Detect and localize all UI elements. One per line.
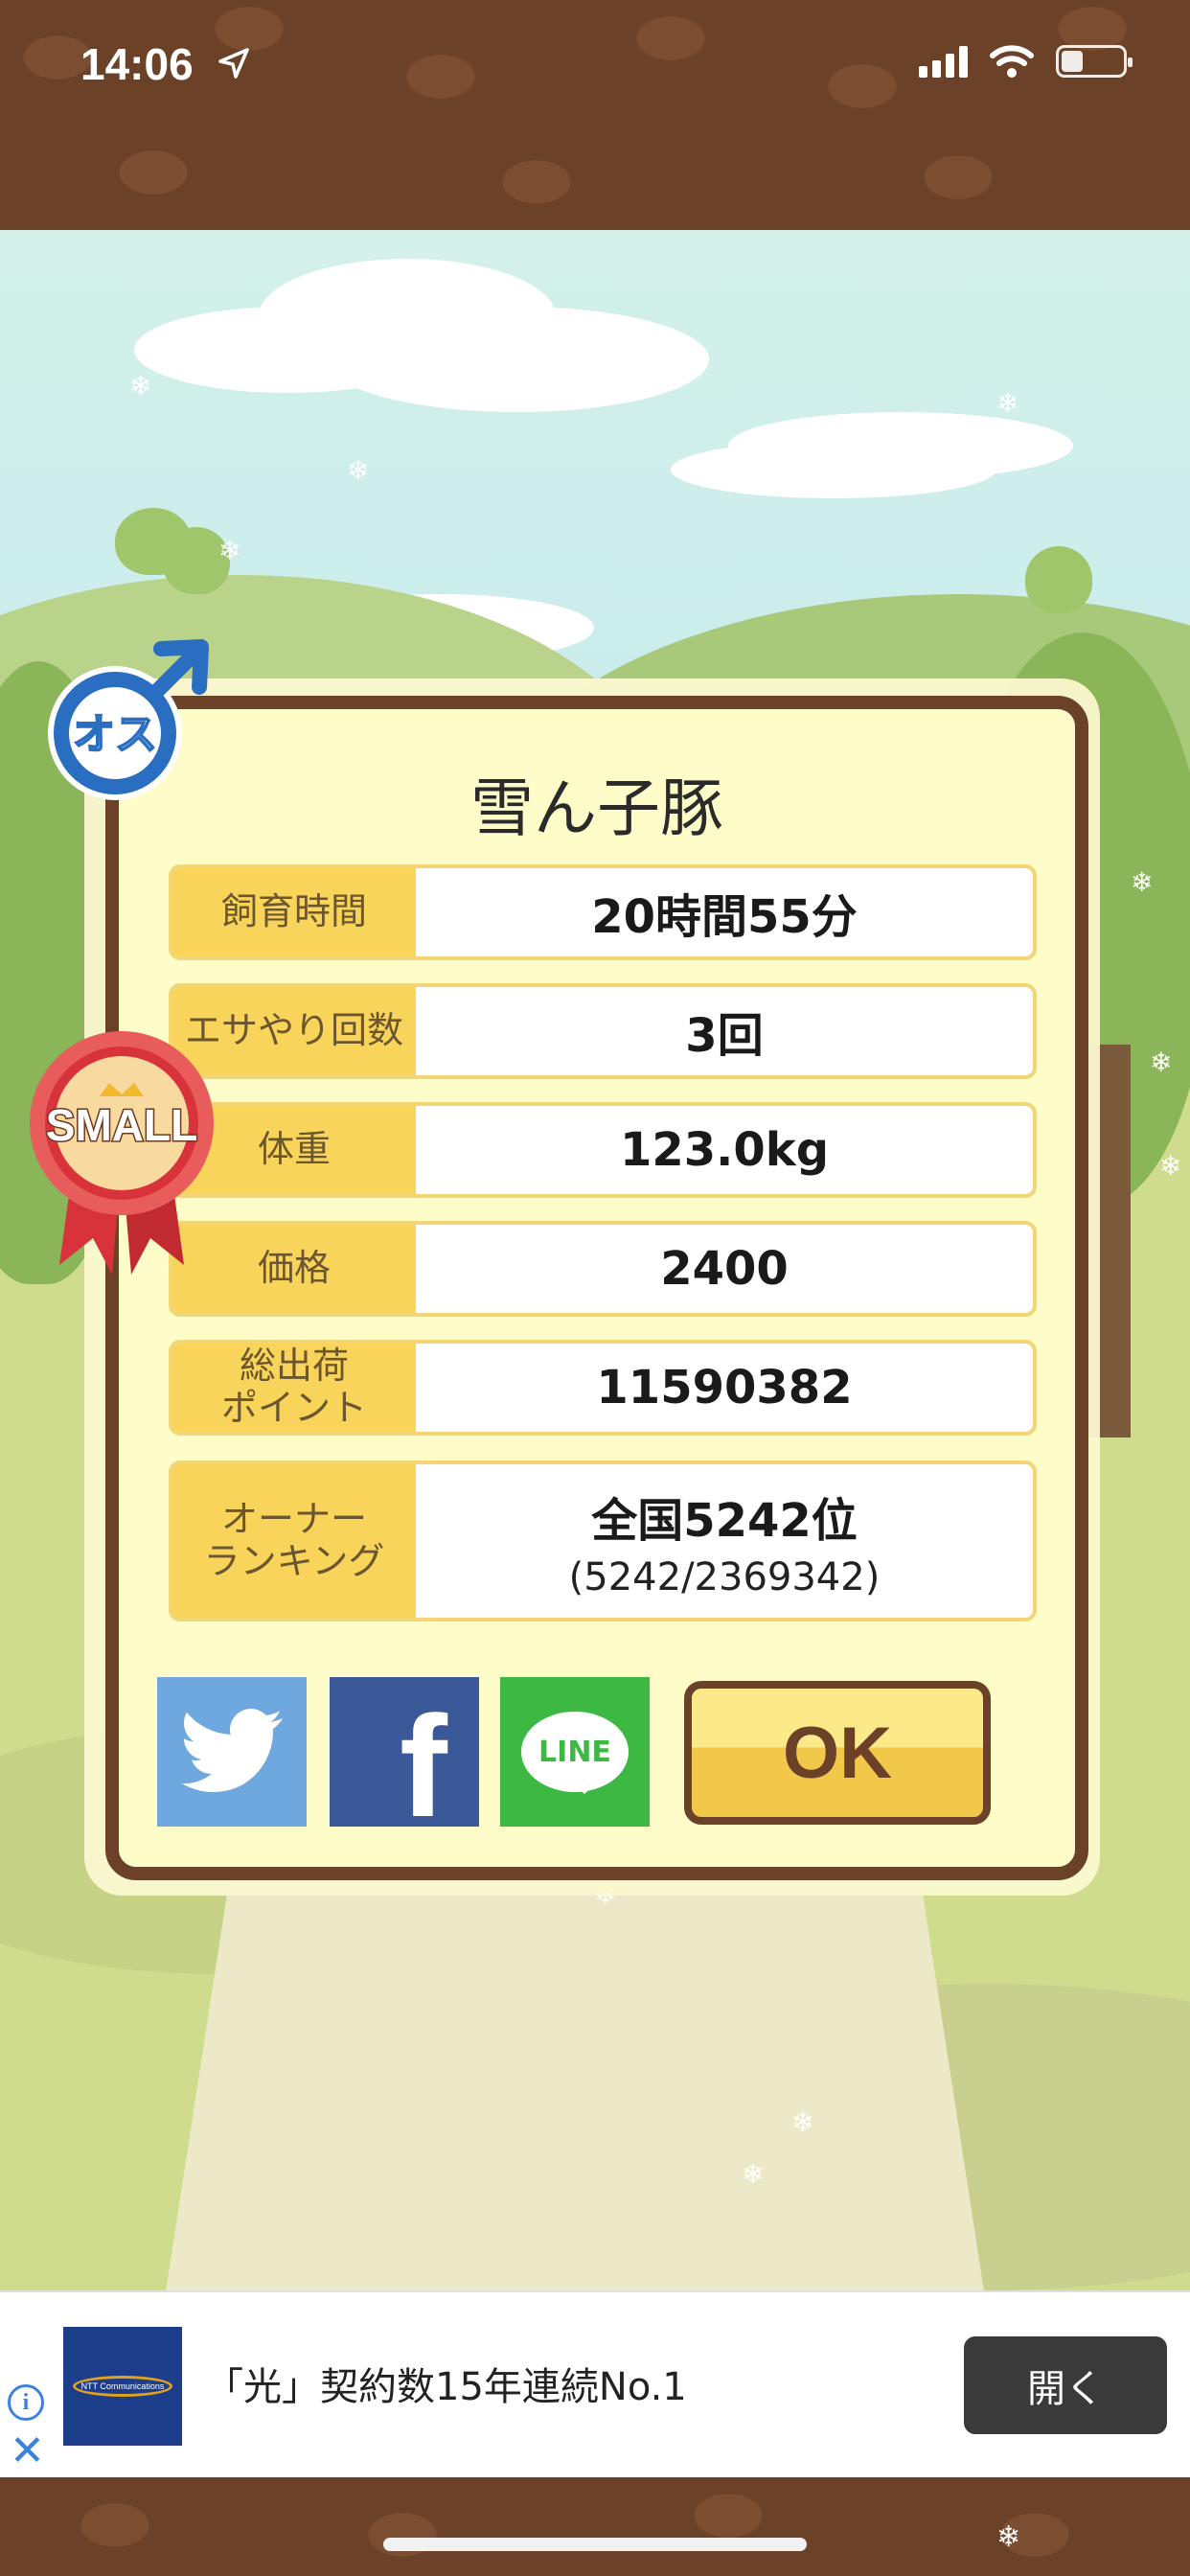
ad-banner[interactable]: i ✕ NTT Communications 「光」契約数15年連続No.1 開…	[0, 2290, 1190, 2477]
ad-info-icon[interactable]: i	[8, 2384, 44, 2421]
home-indicator[interactable]	[383, 2538, 807, 2551]
battery-icon	[1056, 45, 1133, 78]
ribbon-icon: SMALL	[30, 1031, 214, 1275]
male-symbol-icon: オス	[48, 639, 209, 800]
ranking-detail: (5242/2369342)	[568, 1555, 881, 1599]
stat-row-raising-time: 飼育時間 20時間55分	[169, 864, 1037, 960]
ad-close-icon[interactable]: ✕	[10, 2426, 45, 2475]
stat-row-total-points: 総出荷 ポイント 11590382	[169, 1340, 1037, 1436]
snowflake-icon: ❄	[996, 2520, 1021, 2554]
stat-value: 3回	[685, 1009, 764, 1063]
twitter-bird-icon	[180, 1709, 283, 1792]
ad-logo-text: NTT Communications	[73, 2376, 172, 2397]
size-ribbon-badge: SMALL	[21, 1016, 222, 1284]
size-label: SMALL	[46, 1100, 197, 1150]
twitter-share-button[interactable]	[157, 1677, 307, 1827]
ad-open-button[interactable]: 開く	[964, 2336, 1167, 2434]
result-dialog: 雪ん子豚 飼育時間 20時間55分 エサやり回数 3回 体重 123.0kg 価…	[105, 696, 1088, 1880]
stat-label: 総出荷 ポイント	[172, 1344, 416, 1432]
cellular-signal-icon	[919, 45, 968, 78]
stat-label: 飼育時間	[172, 868, 416, 956]
pig-name-title: 雪ん子豚	[470, 771, 723, 845]
stat-row-owner-ranking: オーナー ランキング 全国5242位 (5242/2369342)	[169, 1460, 1037, 1622]
ad-logo: NTT Communications	[63, 2327, 182, 2446]
stat-value: 2400	[660, 1242, 789, 1296]
facebook-icon: f	[400, 1685, 447, 1847]
stat-value: 11590382	[596, 1361, 853, 1414]
location-arrow-icon	[218, 48, 249, 79]
male-gender-badge: オス	[38, 637, 213, 812]
wifi-icon	[990, 45, 1034, 78]
status-time: 14:06	[80, 39, 194, 89]
stat-row-price: 価格 2400	[169, 1221, 1037, 1317]
line-share-button[interactable]: LINE	[500, 1677, 650, 1827]
top-pattern-band: 14:06	[0, 0, 1190, 230]
stat-row-weight: 体重 123.0kg	[169, 1102, 1037, 1198]
line-icon: LINE	[521, 1712, 629, 1794]
facebook-share-button[interactable]: f	[330, 1677, 479, 1847]
stat-value: 20時間55分	[591, 890, 858, 944]
stat-row-feed-count: エサやり回数 3回	[169, 983, 1037, 1079]
ad-text: 「光」契約数15年連続No.1	[205, 2365, 687, 2409]
stat-label: オーナー ランキング	[172, 1464, 416, 1618]
stat-value: 123.0kg	[619, 1123, 830, 1177]
gender-label: オス	[73, 710, 157, 759]
status-icons	[919, 44, 1133, 79]
ok-button[interactable]: OK	[684, 1681, 991, 1825]
stat-value: 全国5242位 (5242/2369342)	[568, 1494, 881, 1599]
